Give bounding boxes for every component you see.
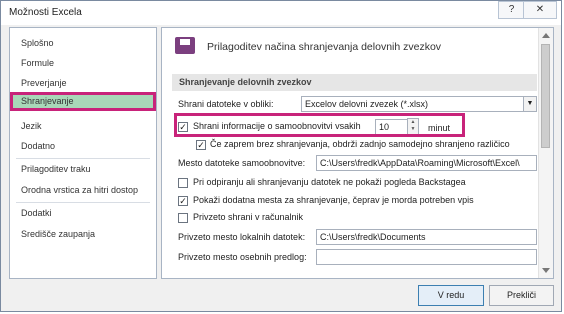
chevron-down-icon[interactable]: ▼ bbox=[523, 97, 536, 111]
autorecover-highlight bbox=[174, 113, 465, 137]
show-places-checkbox[interactable]: ✓ bbox=[178, 196, 188, 206]
window-title: Možnosti Excela bbox=[9, 7, 82, 18]
show-places-label: Pokaži dodatna mesta za shranjevanje, če… bbox=[193, 195, 474, 205]
autorecover-location-input[interactable]: C:\Users\fredk\AppData\Roaming\Microsoft… bbox=[316, 155, 537, 171]
cancel-button[interactable]: Prekliči bbox=[489, 285, 554, 306]
save-format-value: Excelov delovni zvezek (*.xlsx) bbox=[305, 99, 429, 109]
save-format-select[interactable]: Excelov delovni zvezek (*.xlsx) ▼ bbox=[301, 96, 537, 112]
sidebar-divider bbox=[16, 202, 150, 203]
scroll-down-icon[interactable] bbox=[542, 268, 550, 273]
no-backstage-checkbox[interactable] bbox=[178, 178, 188, 188]
save-format-label: Shrani datoteke v obliki: bbox=[178, 99, 274, 109]
keep-last-version-checkbox[interactable]: ✓ bbox=[196, 140, 206, 150]
sidebar-item-quick-access-toolbar[interactable]: Orodna vrstica za hitri dostop bbox=[10, 181, 156, 200]
sidebar-item-customize-ribbon[interactable]: Prilagoditev traku bbox=[10, 160, 156, 179]
scroll-up-icon[interactable] bbox=[542, 33, 550, 38]
sidebar-item-formulas[interactable]: Formule bbox=[10, 54, 156, 73]
sidebar-item-general[interactable]: Splošno bbox=[10, 34, 156, 53]
save-options-panel: Prilagoditev načina shranjevanja delovni… bbox=[161, 27, 554, 279]
local-location-label: Privzeto mesto lokalnih datotek: bbox=[178, 232, 306, 242]
help-button[interactable]: ? bbox=[498, 1, 524, 19]
autorecover-location-label: Mesto datoteke samoobnovitve: bbox=[178, 158, 306, 168]
keep-last-version-label: Če zaprem brez shranjevanja, obdrži zadn… bbox=[210, 139, 510, 149]
ok-button[interactable]: V redu bbox=[418, 285, 484, 306]
personal-templates-label: Privzeto mesto osebnih predlog: bbox=[178, 252, 307, 262]
options-dialog: Možnosti Excela ? ✕ Splošno Formule Prev… bbox=[0, 0, 562, 312]
sidebar-item-language[interactable]: Jezik bbox=[10, 117, 156, 136]
section-header: Shranjevanje delovnih zvezkov bbox=[172, 74, 537, 91]
no-backstage-label: Pri odpiranju ali shranjevanju datotek n… bbox=[193, 177, 466, 187]
options-sidebar: Splošno Formule Preverjanje Shranjevanje… bbox=[9, 27, 157, 279]
title-bar: Možnosti Excela ? ✕ bbox=[1, 1, 561, 25]
floppy-disk-icon bbox=[175, 37, 195, 54]
sidebar-item-proofing[interactable]: Preverjanje bbox=[10, 74, 156, 93]
panel-scrollbar[interactable] bbox=[538, 28, 553, 278]
sidebar-divider bbox=[16, 158, 150, 159]
sidebar-item-save[interactable]: Shranjevanje bbox=[10, 92, 156, 111]
panel-title: Prilagoditev načina shranjevanja delovni… bbox=[207, 41, 442, 53]
save-local-checkbox[interactable] bbox=[178, 213, 188, 223]
sidebar-item-addins[interactable]: Dodatki bbox=[10, 204, 156, 223]
save-local-label: Privzeto shrani v računalnik bbox=[193, 212, 304, 222]
close-button[interactable]: ✕ bbox=[523, 1, 557, 19]
local-location-input[interactable]: C:\Users\fredk\Documents bbox=[316, 229, 537, 245]
personal-templates-input[interactable] bbox=[316, 249, 537, 265]
sidebar-item-advanced[interactable]: Dodatno bbox=[10, 137, 156, 156]
scroll-thumb[interactable] bbox=[541, 44, 550, 148]
sidebar-item-trust-center[interactable]: Središče zaupanja bbox=[10, 225, 156, 244]
